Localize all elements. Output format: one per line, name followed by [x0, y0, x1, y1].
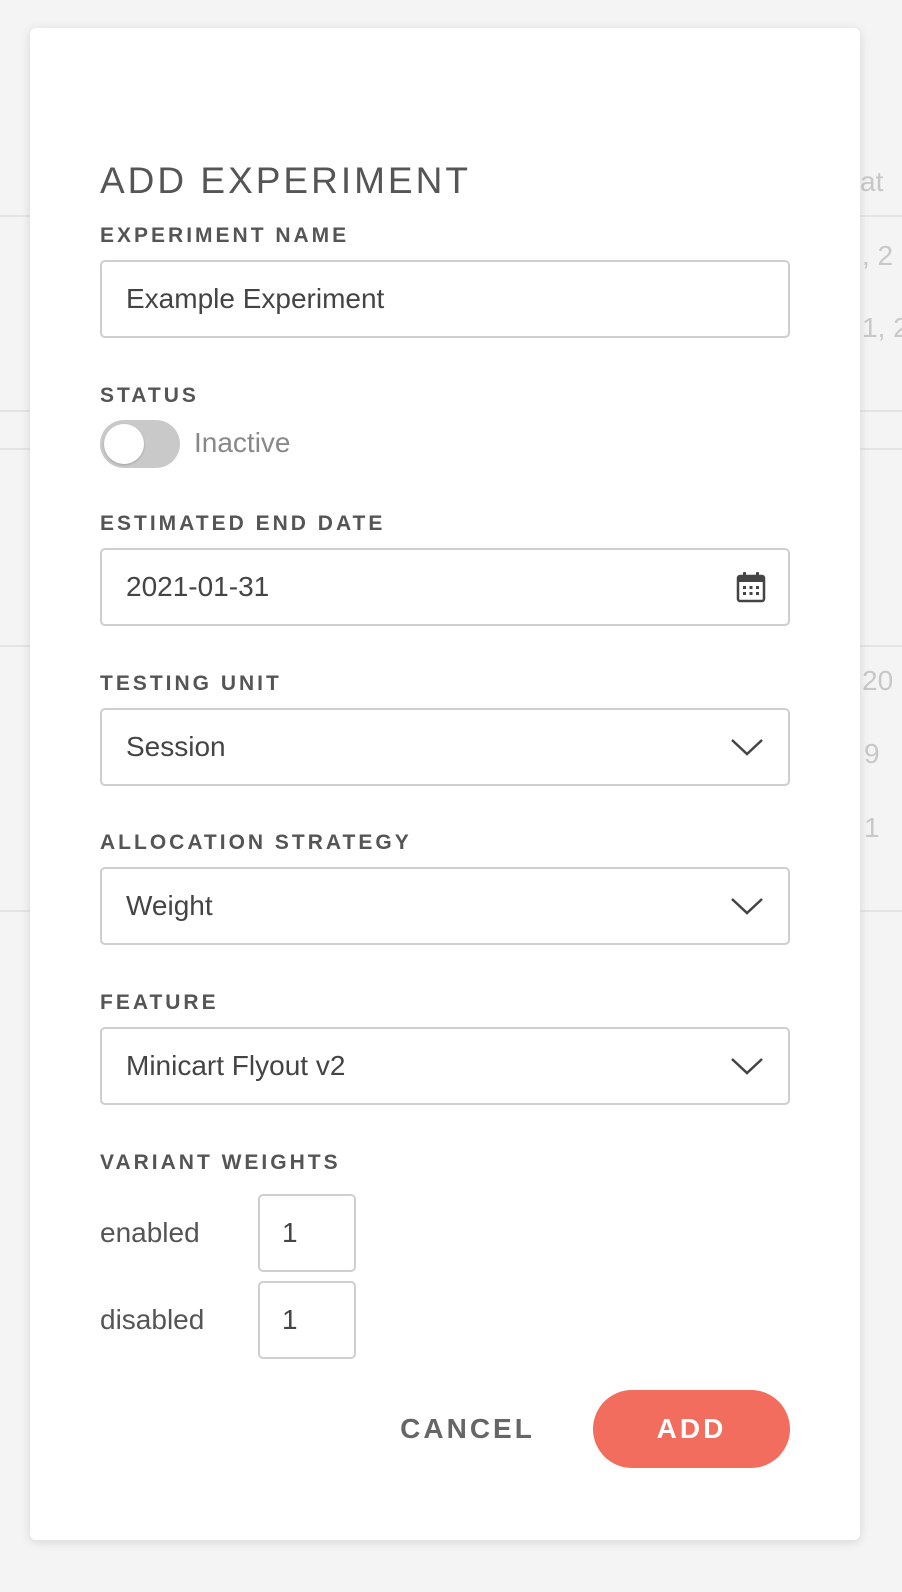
- end-date-value: 2021-01-31: [126, 571, 270, 602]
- background-text: , 2: [862, 240, 894, 271]
- weight-input-enabled[interactable]: 1: [258, 1194, 356, 1272]
- add-button[interactable]: ADD: [593, 1390, 790, 1468]
- weight-label-disabled: disabled: [100, 1304, 205, 1335]
- testing-unit-label: TESTING UNIT: [100, 672, 282, 695]
- testing-unit-value: Session: [126, 731, 226, 762]
- chevron-down-icon: [731, 1058, 763, 1075]
- background-text: 1, 2: [862, 312, 902, 343]
- background-text: 1: [864, 812, 880, 843]
- cancel-button[interactable]: CANCEL: [380, 1390, 555, 1468]
- experiment-name-input[interactable]: Example Experiment: [100, 260, 790, 338]
- weight-input-disabled[interactable]: 1: [258, 1281, 356, 1359]
- experiment-name-label: EXPERIMENT NAME: [100, 224, 350, 247]
- feature-label: FEATURE: [100, 991, 219, 1014]
- end-date-input[interactable]: 2021-01-31: [100, 548, 790, 626]
- toggle-knob: [104, 424, 144, 464]
- variant-weights-label: VARIANT WEIGHTS: [100, 1151, 341, 1174]
- weight-value: 1: [282, 1304, 298, 1335]
- weight-value: 1: [282, 1217, 298, 1248]
- weight-label-enabled: enabled: [100, 1217, 200, 1248]
- feature-select[interactable]: Minicart Flyout v2: [100, 1027, 790, 1105]
- add-experiment-modal: ADD EXPERIMENT EXPERIMENT NAME Example E…: [30, 28, 860, 1540]
- calendar-icon[interactable]: [736, 571, 766, 603]
- modal-title: ADD EXPERIMENT: [100, 160, 471, 201]
- background-text: 20: [862, 665, 894, 696]
- chevron-down-icon: [731, 898, 763, 915]
- experiment-name-value: Example Experiment: [126, 283, 385, 314]
- background-text: at: [860, 166, 884, 197]
- feature-value: Minicart Flyout v2: [126, 1050, 346, 1081]
- allocation-strategy-select[interactable]: Weight: [100, 867, 790, 945]
- end-date-label: ESTIMATED END DATE: [100, 512, 386, 535]
- status-toggle-text: Inactive: [194, 427, 291, 458]
- status-toggle[interactable]: [100, 420, 180, 468]
- chevron-down-icon: [731, 739, 763, 756]
- testing-unit-select[interactable]: Session: [100, 708, 790, 786]
- allocation-strategy-value: Weight: [126, 890, 213, 921]
- status-label: STATUS: [100, 384, 199, 407]
- background-text: 9: [864, 738, 880, 769]
- allocation-strategy-label: ALLOCATION STRATEGY: [100, 831, 412, 854]
